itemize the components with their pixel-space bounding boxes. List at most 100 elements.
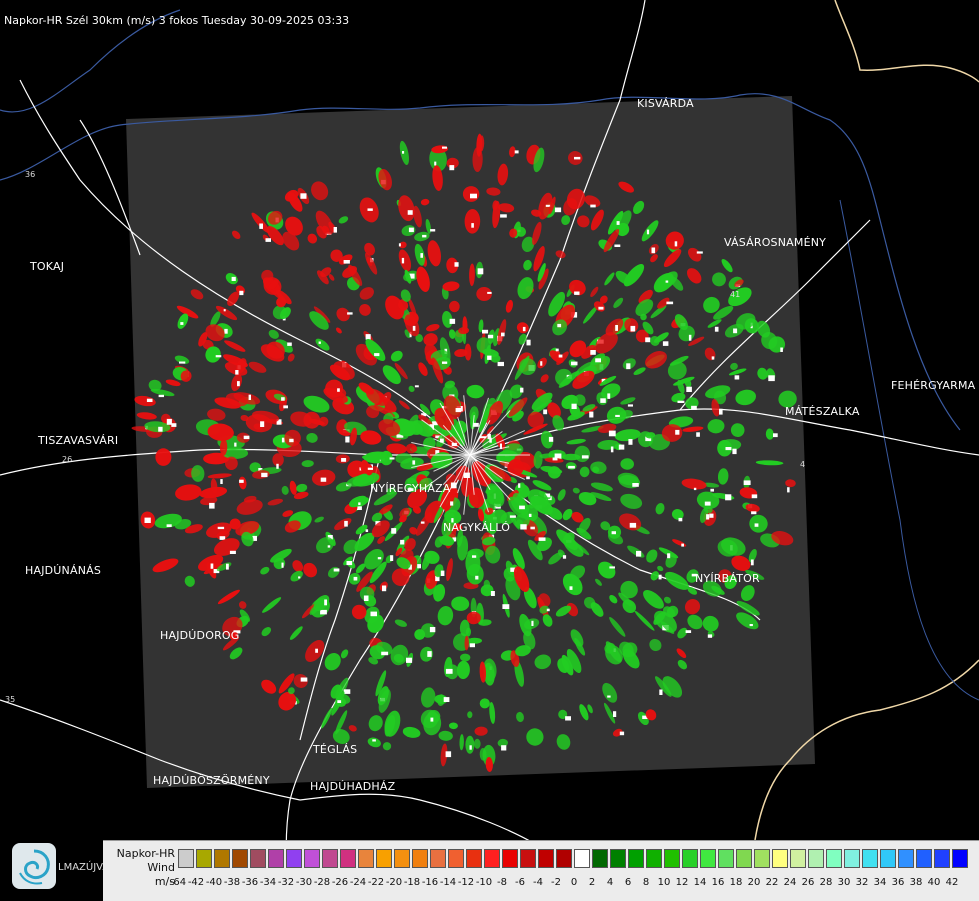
echo-zero <box>500 214 507 218</box>
echo-zero <box>420 521 425 524</box>
echo-zero <box>595 358 601 363</box>
echo-zero <box>571 361 578 366</box>
echo-zero <box>719 408 723 415</box>
legend-color-cell <box>484 849 500 868</box>
echo-zero <box>645 337 651 343</box>
echo-zero <box>223 309 226 312</box>
echo-zero <box>445 668 453 674</box>
echo-zero <box>179 361 186 364</box>
echo-zero <box>146 398 153 402</box>
road-number: 41 <box>730 290 741 299</box>
echo-zero <box>514 150 519 154</box>
echo-zero <box>519 505 525 510</box>
legend-color-cell <box>196 849 212 868</box>
echo-zero <box>681 543 684 547</box>
echo-zero <box>629 522 637 528</box>
echo-zero <box>685 630 692 633</box>
echo-zero <box>600 398 606 403</box>
echo-zero <box>538 537 546 541</box>
echo-zero <box>469 643 475 648</box>
echo-zero <box>696 251 703 254</box>
echo-zero <box>613 711 617 717</box>
echo-zero <box>402 151 405 154</box>
echo-zero <box>327 545 331 548</box>
echo-zero <box>651 247 656 254</box>
echo-zero <box>215 355 222 358</box>
echo-zero <box>780 347 783 352</box>
echo-zero <box>265 238 271 242</box>
city-label-fehergyarmat: FEHÉRGYARMA <box>891 379 976 392</box>
echo-zero <box>610 446 614 453</box>
echo-zero <box>732 448 737 455</box>
echo-zero <box>501 332 505 337</box>
echo-zero <box>704 501 711 506</box>
road-number: 35 <box>5 695 16 704</box>
echo-zero <box>281 397 285 401</box>
echo-zero <box>166 418 172 425</box>
echo-zero <box>473 422 479 427</box>
city-label-hajduhadhaz: HAJDÚHADHÁZ <box>310 780 396 793</box>
echo-zero <box>363 595 369 601</box>
echo-zero <box>678 517 683 522</box>
echo-zero <box>733 328 738 334</box>
echo-zero <box>367 208 373 211</box>
legend-color-cell <box>736 849 752 868</box>
echo-zero <box>209 502 215 509</box>
echo-zero <box>347 312 353 315</box>
echo-zero <box>662 341 669 346</box>
echo-zero <box>696 432 700 437</box>
city-label-nagykallo: NAGYKÁLLÓ <box>443 521 511 534</box>
radar-map: Napkor-HR Szél 30km (m/s) 3 fokos Tuesda… <box>0 0 979 900</box>
echo-zero <box>450 501 454 506</box>
echo-zero <box>628 439 633 445</box>
echo-zero <box>389 457 395 460</box>
echo-zero <box>520 387 524 393</box>
echo-zero <box>412 325 416 331</box>
echo-zero <box>707 634 713 638</box>
echo-zero <box>497 361 504 367</box>
echo-zero <box>490 591 495 596</box>
legend-color-cell <box>826 849 842 868</box>
city-label-tokaj: TOKAJ <box>30 260 65 273</box>
echo-zero <box>226 563 229 570</box>
legend-color-cell <box>664 849 680 868</box>
echo-zero <box>377 557 382 560</box>
echo-zero <box>751 494 758 499</box>
echo-zero <box>627 404 633 407</box>
napkor-logo-icon <box>12 843 56 889</box>
echo-zero <box>749 624 753 627</box>
echo-zero <box>381 651 389 656</box>
legend-color-cell <box>610 849 626 868</box>
legend-color-cell <box>322 849 338 868</box>
echo-zero <box>445 751 452 758</box>
echo-zero <box>548 436 554 442</box>
legend-color-cell <box>682 849 698 868</box>
echo-approaching <box>465 735 475 754</box>
echo-zero <box>401 257 405 264</box>
echo-zero <box>607 393 611 399</box>
echo-zero <box>590 204 596 208</box>
echo-zero <box>710 488 714 492</box>
echo-zero <box>283 405 288 409</box>
echo-zero <box>239 290 244 296</box>
echo-zero <box>158 426 163 432</box>
legend-color-cell <box>178 849 194 868</box>
echo-zero <box>615 414 620 417</box>
echo-zero <box>210 563 214 569</box>
echo-zero <box>619 731 625 736</box>
river-east <box>839 199 979 701</box>
echo-zero <box>787 487 790 493</box>
echo-zero <box>429 627 436 633</box>
echo-zero <box>337 700 342 703</box>
echo-zero <box>773 433 778 438</box>
echo-zero <box>345 436 350 443</box>
city-label-hajduboszormeny: HAJDÚBÖSZÖRMÉNY <box>153 774 270 787</box>
echo-zero <box>430 717 434 722</box>
legend-product: Napkor-HR <box>116 847 175 860</box>
echo-zero <box>287 342 292 346</box>
legend-unit: m/s <box>154 875 175 888</box>
echo-zero <box>520 524 527 530</box>
echo-zero <box>333 568 340 572</box>
echo-zero <box>356 506 362 510</box>
road-number: 36 <box>25 170 36 179</box>
